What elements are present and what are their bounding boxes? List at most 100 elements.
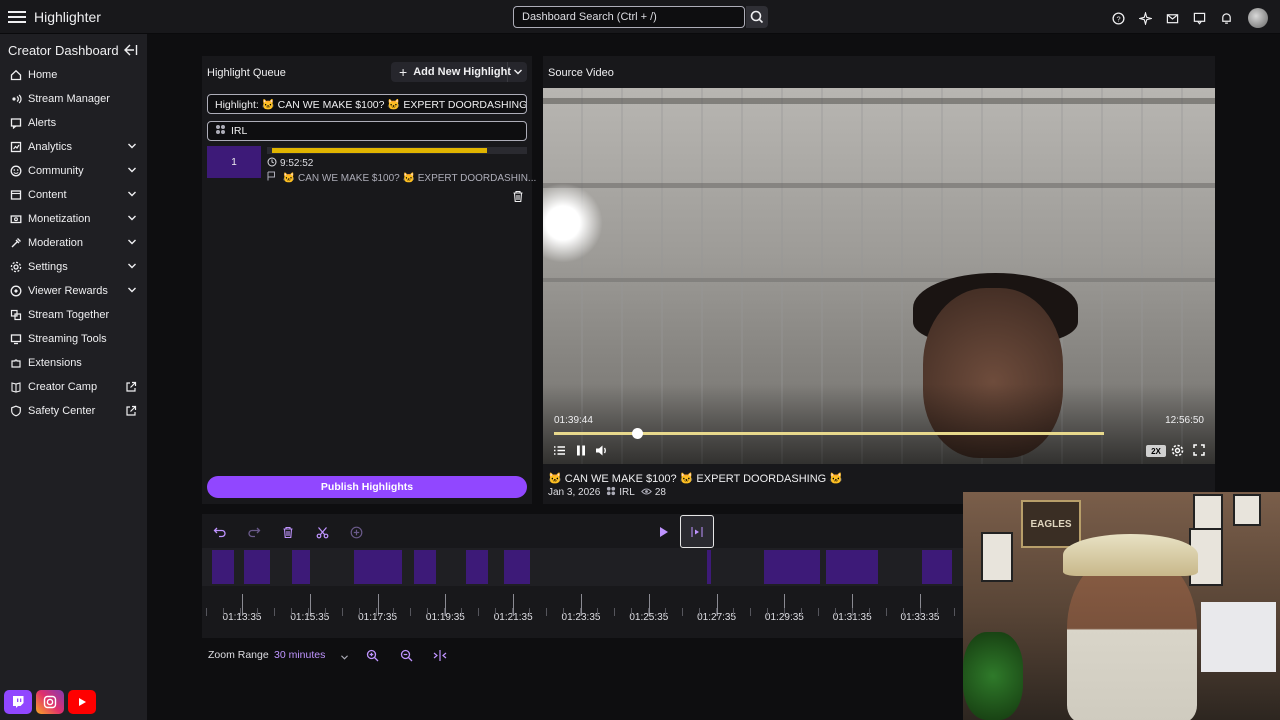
sidebar-item-moderation[interactable]: Moderation xyxy=(0,231,147,255)
chapters-list-icon[interactable] xyxy=(553,444,566,457)
sidebar-item-analytics[interactable]: Analytics xyxy=(0,135,147,159)
queue-clip-item[interactable]: 1 9:52:52 🐱 CAN WE MAKE $100? 🐱 EXPERT D… xyxy=(207,146,536,188)
video-player[interactable]: 01:39:44 12:56:50 2X xyxy=(543,88,1215,464)
video-seek-bar[interactable] xyxy=(554,428,1104,439)
pause-icon[interactable] xyxy=(575,444,587,457)
sidebar-item-community[interactable]: Community xyxy=(0,159,147,183)
zoom-out-icon[interactable] xyxy=(398,647,414,663)
publish-highlights-button[interactable]: Publish Highlights xyxy=(207,476,527,498)
help-icon[interactable]: ? xyxy=(1111,11,1125,25)
highlight-title-field[interactable]: Highlight: 🐱 CAN WE MAKE $100? 🐱 EXPERT … xyxy=(207,94,527,114)
highlight-segment[interactable] xyxy=(504,550,530,584)
sparkle-icon[interactable] xyxy=(1138,11,1152,25)
sidebar-item-safety-center[interactable]: Safety Center xyxy=(0,399,147,423)
ruler-minor-tick xyxy=(546,608,547,616)
fit-timeline-icon[interactable] xyxy=(432,647,448,663)
inbox-icon[interactable] xyxy=(1165,11,1179,25)
sidebar-item-label: Viewer Rewards xyxy=(28,285,108,297)
zoom-controls: Zoom Range 30 minutes xyxy=(202,642,962,670)
sidebar-item-monetization[interactable]: Monetization xyxy=(0,207,147,231)
highlight-segment[interactable] xyxy=(764,550,820,584)
highlight-segment[interactable] xyxy=(826,550,878,584)
whispers-icon[interactable] xyxy=(1192,11,1206,25)
notifications-icon[interactable] xyxy=(1219,11,1233,25)
sidebar-item-settings[interactable]: Settings xyxy=(0,255,147,279)
sidebar-item-label: Monetization xyxy=(28,213,91,225)
ruler-minor-tick xyxy=(767,608,768,616)
streamer xyxy=(1067,552,1197,720)
playback-speed-badge[interactable]: 2X xyxy=(1146,445,1166,457)
category-icon xyxy=(606,486,616,499)
extensions-icon xyxy=(9,357,22,370)
sidebar-item-stream-together[interactable]: Stream Together xyxy=(0,303,147,327)
video-seek-handle[interactable] xyxy=(631,428,643,439)
ruler-minor-tick xyxy=(699,608,700,616)
wall-frame xyxy=(1193,494,1223,530)
category-icon xyxy=(215,124,226,138)
fullscreen-icon[interactable] xyxy=(1193,444,1205,456)
search-input[interactable] xyxy=(513,6,745,28)
eye-icon xyxy=(640,487,652,499)
sidebar-item-content[interactable]: Content xyxy=(0,183,147,207)
streaming-tools-icon xyxy=(9,333,22,346)
highlight-segment[interactable] xyxy=(354,550,402,584)
ruler-label: 01:13:35 xyxy=(222,612,262,623)
sidebar-item-extensions[interactable]: Extensions xyxy=(0,351,147,375)
wall-frame xyxy=(981,532,1013,582)
settings-icon xyxy=(9,261,22,274)
ruler-minor-tick xyxy=(308,608,309,616)
menu-icon[interactable] xyxy=(8,8,26,26)
settings-icon[interactable] xyxy=(1171,444,1184,457)
add-new-highlight-button[interactable]: + Add New Highlight xyxy=(391,62,527,82)
avatar[interactable] xyxy=(1248,8,1268,28)
chevron-down-icon[interactable] xyxy=(340,650,349,664)
safety-center-icon xyxy=(9,405,22,418)
highlight-segment[interactable] xyxy=(212,550,234,584)
collapse-sidebar-icon[interactable] xyxy=(124,44,138,59)
sidebar-item-creator-camp[interactable]: Creator Camp xyxy=(0,375,147,399)
scissors-icon[interactable] xyxy=(312,522,332,542)
ruler-minor-tick xyxy=(920,608,921,616)
sidebar-item-alerts[interactable]: Alerts xyxy=(0,111,147,135)
ruler-minor-tick xyxy=(597,608,598,616)
ruler-minor-tick xyxy=(410,608,411,616)
timeline-toolbar xyxy=(210,522,366,542)
sidebar-item-label: Creator Camp xyxy=(28,381,98,393)
ruler-minor-tick xyxy=(750,608,751,616)
delete-clip-icon[interactable] xyxy=(512,190,524,206)
category-field[interactable]: IRL xyxy=(207,121,527,141)
highlight-segment[interactable] xyxy=(244,550,270,584)
ruler-minor-tick xyxy=(461,608,462,616)
ceiling-beam xyxy=(543,98,1215,104)
ruler-label: 01:23:35 xyxy=(561,612,601,623)
highlight-segment[interactable] xyxy=(414,550,436,584)
sidebar-item-home[interactable]: Home xyxy=(0,63,147,87)
highlight-segment[interactable] xyxy=(292,550,310,584)
search-button[interactable] xyxy=(746,6,768,28)
eagles-sign: EAGLES xyxy=(1021,500,1081,548)
twitch-icon xyxy=(4,690,32,714)
highlight-segment[interactable] xyxy=(466,550,488,584)
chevron-down-icon xyxy=(127,189,137,201)
sidebar-item-stream-manager[interactable]: Stream Manager xyxy=(0,87,147,111)
ruler-minor-tick xyxy=(954,608,955,616)
sidebar-item-label: Safety Center xyxy=(28,405,96,417)
delete-segment-icon[interactable] xyxy=(278,522,298,542)
zoom-in-icon[interactable] xyxy=(364,647,380,663)
youtube-icon xyxy=(68,690,96,714)
highlight-segment[interactable] xyxy=(922,550,952,584)
highlight-segment[interactable] xyxy=(707,550,711,584)
play-icon[interactable] xyxy=(654,522,674,542)
ruler-minor-tick xyxy=(852,608,853,616)
undo-icon[interactable] xyxy=(210,522,230,542)
redo-icon[interactable] xyxy=(244,522,264,542)
chevron-down-icon[interactable] xyxy=(507,62,527,82)
volume-icon[interactable] xyxy=(595,444,609,457)
jump-to-playhead-button[interactable] xyxy=(680,515,714,548)
sidebar-item-streaming-tools[interactable]: Streaming Tools xyxy=(0,327,147,351)
plus-icon: + xyxy=(399,64,408,80)
add-segment-icon[interactable] xyxy=(346,522,366,542)
zoom-range-select[interactable]: 30 minutes xyxy=(274,649,325,661)
ruler-minor-tick xyxy=(648,608,649,616)
sidebar-item-viewer-rewards[interactable]: Viewer Rewards xyxy=(0,279,147,303)
